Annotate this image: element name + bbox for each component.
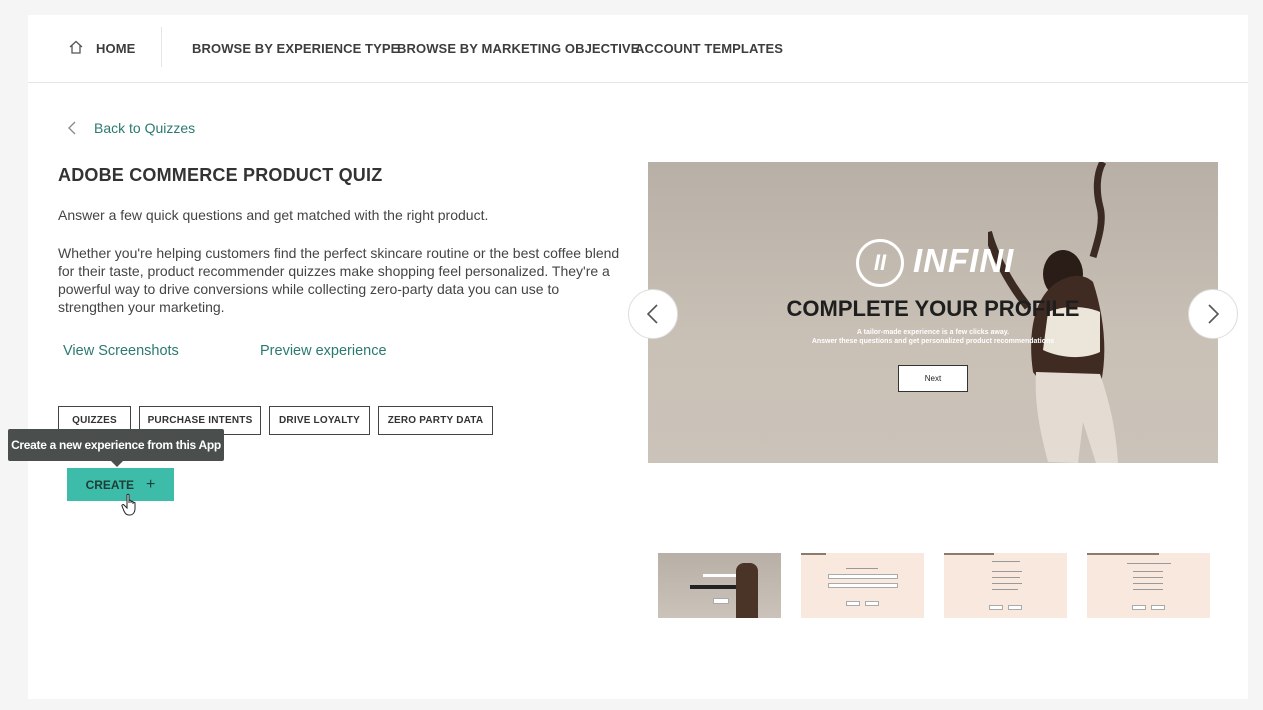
thumbnail-line (992, 583, 1022, 584)
hand-cursor-icon (121, 493, 136, 516)
thumbnail-logo (703, 574, 739, 577)
thumbnail-button (846, 601, 860, 606)
thumbnail-line (992, 577, 1020, 578)
thumbnail-2[interactable] (801, 553, 924, 618)
thumbnail-progress (1087, 553, 1159, 555)
back-to-quizzes-link[interactable]: Back to Quizzes (94, 120, 195, 136)
thumbnail-button (1151, 605, 1165, 610)
thumbnail-line (1133, 577, 1163, 578)
short-description: Answer a few quick questions and get mat… (58, 207, 489, 223)
thumbnail-4[interactable] (1087, 553, 1210, 618)
carousel-next-button[interactable] (1188, 289, 1238, 339)
brand-logo-text: INFINI (913, 242, 1015, 279)
view-screenshots-link[interactable]: View Screenshots (63, 343, 179, 359)
main-card: HOME BROWSE BY EXPERIENCE TYPE BROWSE BY… (8, 15, 1248, 699)
thumbnail-3[interactable] (944, 553, 1067, 618)
thumbnail-button (1132, 605, 1146, 610)
tag-drive-loyalty[interactable]: DRIVE LOYALTY (269, 406, 370, 435)
thumbnail-progress (801, 553, 826, 555)
carousel-prev-button[interactable] (628, 289, 678, 339)
thumbnail-button (989, 605, 1003, 610)
nav-account-templates[interactable]: ACCOUNT TEMPLATES (635, 41, 783, 56)
preview-subtitle-2: Answer these questions and get personali… (811, 338, 1055, 345)
tag-zero-party-data[interactable]: ZERO PARTY DATA (378, 406, 493, 435)
thumbnail-line (1133, 589, 1163, 590)
top-navigation: HOME BROWSE BY EXPERIENCE TYPE BROWSE BY… (28, 15, 1248, 83)
thumbnail-field (828, 574, 898, 579)
brand-logo-mark: II (856, 239, 904, 287)
thumbnail-1[interactable] (658, 553, 781, 618)
preview-heading: COMPLETE YOUR PROFILE (786, 296, 1080, 321)
home-icon[interactable] (68, 39, 84, 55)
chevron-left-icon[interactable] (66, 121, 78, 135)
thumbnail-figure (736, 563, 758, 618)
create-button-label: CREATE (85, 477, 135, 492)
thumbnail-button (713, 598, 729, 604)
thumbnail-line (1133, 583, 1163, 584)
plus-icon: + (146, 475, 156, 493)
nav-divider (161, 27, 162, 67)
thumbnail-line (1127, 563, 1171, 564)
thumbnail-button (865, 601, 879, 606)
tooltip-arrow (111, 461, 123, 467)
thumbnail-line (846, 568, 878, 569)
page-title: ADOBE COMMERCE PRODUCT QUIZ (58, 165, 383, 185)
thumbnail-line (1133, 571, 1163, 572)
thumbnail-line (992, 571, 1022, 572)
preview-subtitle-1: A tailor-made experience is a few clicks… (856, 329, 1010, 336)
nav-home[interactable]: HOME (96, 41, 135, 56)
thumbnail-button (1008, 605, 1022, 610)
thumbnail-line (992, 561, 1020, 562)
nav-browse-objective[interactable]: BROWSE BY MARKETING OBJECTIVE (397, 41, 639, 56)
preview-image: II INFINI COMPLETE YOUR PROFILE A tailor… (648, 162, 1218, 463)
preview-experience-link[interactable]: Preview experience (260, 343, 387, 359)
chevron-right-icon (1208, 304, 1220, 324)
nav-browse-experience[interactable]: BROWSE BY EXPERIENCE TYPE (192, 41, 399, 56)
thumbnail-line (992, 589, 1018, 590)
long-description: Whether you're helping customers find th… (58, 245, 620, 315)
chevron-left-icon (646, 304, 658, 324)
create-tooltip: Create a new experience from this App (8, 429, 224, 461)
thumbnail-field (828, 583, 898, 588)
thumbnail-progress (944, 553, 994, 555)
preview-next-button: Next (898, 365, 968, 392)
